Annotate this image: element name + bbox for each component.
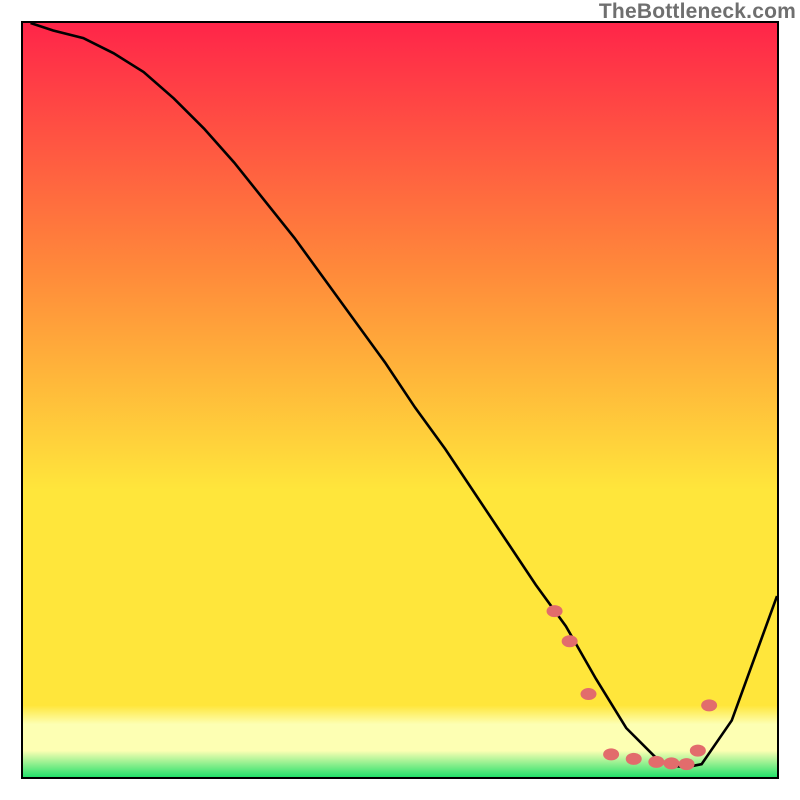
bottleneck-curve: [23, 23, 777, 777]
marker-point: [648, 756, 664, 768]
marker-point: [626, 753, 642, 765]
marker-point: [581, 688, 597, 700]
marker-point: [663, 757, 679, 769]
marker-point: [562, 635, 578, 647]
plot-area: [21, 21, 779, 779]
highlight-markers: [547, 605, 718, 770]
chart-container: TheBottleneck.com: [0, 0, 800, 800]
marker-point: [690, 745, 706, 757]
marker-point: [547, 605, 563, 617]
marker-point: [679, 758, 695, 770]
watermark-text: TheBottleneck.com: [599, 0, 796, 24]
marker-point: [701, 699, 717, 711]
marker-point: [603, 748, 619, 760]
